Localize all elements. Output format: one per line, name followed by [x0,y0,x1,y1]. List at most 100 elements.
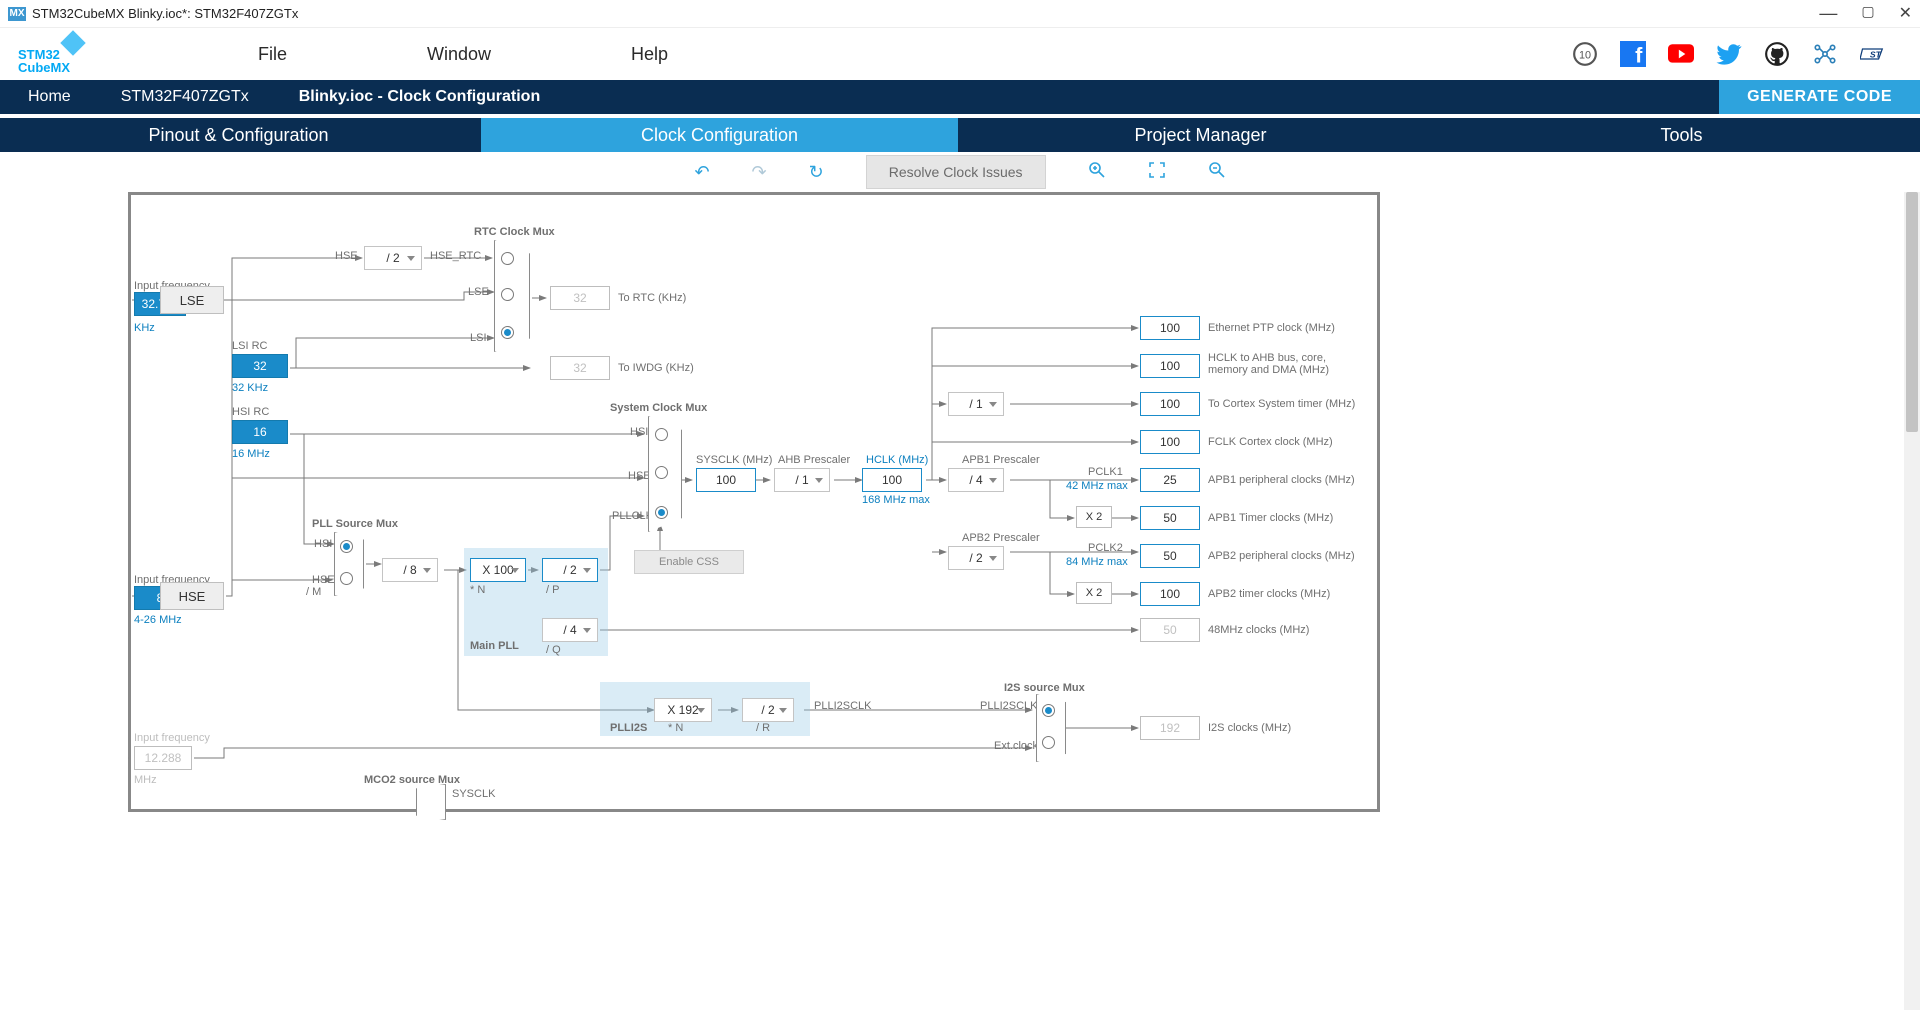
sysmux-hse[interactable] [655,466,668,479]
label-out-apb1t: APB1 Timer clocks (MHz) [1208,512,1333,524]
label-main-pll: Main PLL [470,640,519,652]
label-out-apb2t: APB2 timer clocks (MHz) [1208,588,1330,600]
hse-osc-box: HSE [160,582,224,610]
cortex-timer-div[interactable]: / 1 [948,392,1004,416]
label-pclk2-max: 84 MHz max [1066,556,1128,568]
twitter-icon[interactable] [1716,41,1742,67]
svg-text:f: f [1635,43,1643,67]
sysmux-pllclk[interactable] [655,506,668,519]
rtc-clock-mux[interactable] [494,240,530,352]
minimize-icon[interactable]: — [1819,3,1837,24]
label-input-freq-i2s: Input frequency [134,732,210,744]
github-icon[interactable] [1764,41,1790,67]
youtube-icon[interactable] [1668,41,1694,67]
label-ahb-pre: AHB Prescaler [778,454,850,466]
i2smux-pll[interactable] [1042,704,1055,717]
pll-source-mux[interactable] [334,532,364,596]
undo-icon[interactable]: ↶ [694,162,709,183]
badge-icon[interactable]: 10 [1572,41,1598,67]
label-mul-n: * N [470,584,485,596]
st-logo[interactable]: ST [1860,41,1902,67]
label-pllsrc-hse: HSE [312,574,335,586]
label-lsi-sig: LSI [470,332,487,344]
i2s-input-value: 12.288 [134,746,192,770]
tab-clock[interactable]: Clock Configuration [481,118,958,152]
label-hsi-rc: HSI RC [232,406,269,418]
hclk-value[interactable]: 100 [862,468,922,492]
rtc-mux-lse[interactable] [501,288,514,301]
label-out-cortex: To Cortex System timer (MHz) [1208,398,1355,410]
sysmux-hsi[interactable] [655,428,668,441]
label-hse-rtc: HSE_RTC [430,250,481,262]
label-pclk2: PCLK2 [1088,542,1123,554]
svg-text:10: 10 [1579,49,1591,61]
plli2s-n-mult[interactable]: X 192 [654,698,712,722]
rtc-mux-lsi[interactable] [501,326,514,339]
i2s-source-mux[interactable] [1036,694,1066,762]
enable-css-button[interactable]: Enable CSS [634,550,744,574]
pll-m-divider[interactable]: / 8 [382,558,438,582]
mco2-mux[interactable] [416,784,446,802]
out-fclk: 100 [1140,430,1200,454]
zoom-out-icon[interactable] [1208,161,1226,184]
system-clock-mux[interactable] [648,416,682,532]
maximize-icon[interactable]: ▢ [1861,3,1874,24]
label-pll-src: PLL Source Mux [312,518,398,530]
label-khz: KHz [134,322,155,334]
close-icon[interactable]: ✕ [1899,3,1912,24]
reset-icon[interactable]: ↻ [809,162,824,183]
menu-help[interactable]: Help [631,44,668,65]
out-apb2t: 100 [1140,582,1200,606]
fit-icon[interactable] [1148,161,1166,184]
out-48m: 50 [1140,618,1200,642]
out-apb2p: 50 [1140,544,1200,568]
label-i2s-plli2sclk: PLLI2SCLK [980,700,1037,712]
rtc-output: 32 [550,286,610,310]
label-pllsrc-hsi: HSI [314,538,332,550]
plli2s-r-div[interactable]: / 2 [742,698,794,722]
facebook-icon[interactable]: f [1620,41,1646,67]
tab-pinout[interactable]: Pinout & Configuration [0,118,477,152]
label-out-48m: 48MHz clocks (MHz) [1208,624,1309,636]
label-lsi-sub: 32 KHz [232,382,268,394]
pll-q-div[interactable]: / 4 [542,618,598,642]
network-icon[interactable] [1812,41,1838,67]
pll-n-mult[interactable]: X 100 [470,558,526,582]
label-hclk: HCLK (MHz) [866,454,928,466]
menu-window[interactable]: Window [427,44,491,65]
generate-code-button[interactable]: GENERATE CODE [1719,80,1920,114]
app-badge: MX [8,7,26,21]
label-mco2-sysclk: SYSCLK [452,788,495,800]
pllsrc-hsi[interactable] [340,540,353,553]
label-pclk1-max: 42 MHz max [1066,480,1128,492]
label-out-fclk: FCLK Cortex clock (MHz) [1208,436,1333,448]
svg-text:ST: ST [1870,50,1882,60]
sysclk-value[interactable]: 100 [696,468,756,492]
redo-icon[interactable]: ↷ [752,162,767,183]
apb2-x2: X 2 [1076,582,1112,604]
label-out-i2s: I2S clocks (MHz) [1208,722,1291,734]
vertical-scrollbar[interactable] [1904,192,1920,1010]
resolve-clock-button[interactable]: Resolve Clock Issues [866,155,1046,189]
apb2-prescaler[interactable]: / 2 [948,546,1004,570]
pll-p-div[interactable]: / 2 [542,558,598,582]
label-lsi-rc: LSI RC [232,340,267,352]
tab-project[interactable]: Project Manager [962,118,1439,152]
zoom-in-icon[interactable] [1088,161,1106,184]
menu-file[interactable]: File [258,44,287,65]
tab-tools[interactable]: Tools [1443,118,1920,152]
i2smux-ext[interactable] [1042,736,1055,749]
hsi-value: 16 [232,420,288,444]
pllsrc-hse[interactable] [340,572,353,585]
apb1-prescaler[interactable]: / 4 [948,468,1004,492]
out-apb1t: 50 [1140,506,1200,530]
ahb-prescaler[interactable]: / 1 [774,468,830,492]
rtc-mux-hse[interactable] [501,252,514,265]
label-hsi-sub: 16 MHz [232,448,270,460]
breadcrumb-device[interactable]: STM32F407ZGTx [93,80,271,114]
label-apb2-pre: APB2 Prescaler [962,532,1040,544]
hse-rtc-divider[interactable]: / 2 [364,246,422,270]
breadcrumb-home[interactable]: Home [0,80,93,114]
label-sysmux-pllclk: PLLCLK [612,510,653,522]
apb1-x2: X 2 [1076,506,1112,528]
